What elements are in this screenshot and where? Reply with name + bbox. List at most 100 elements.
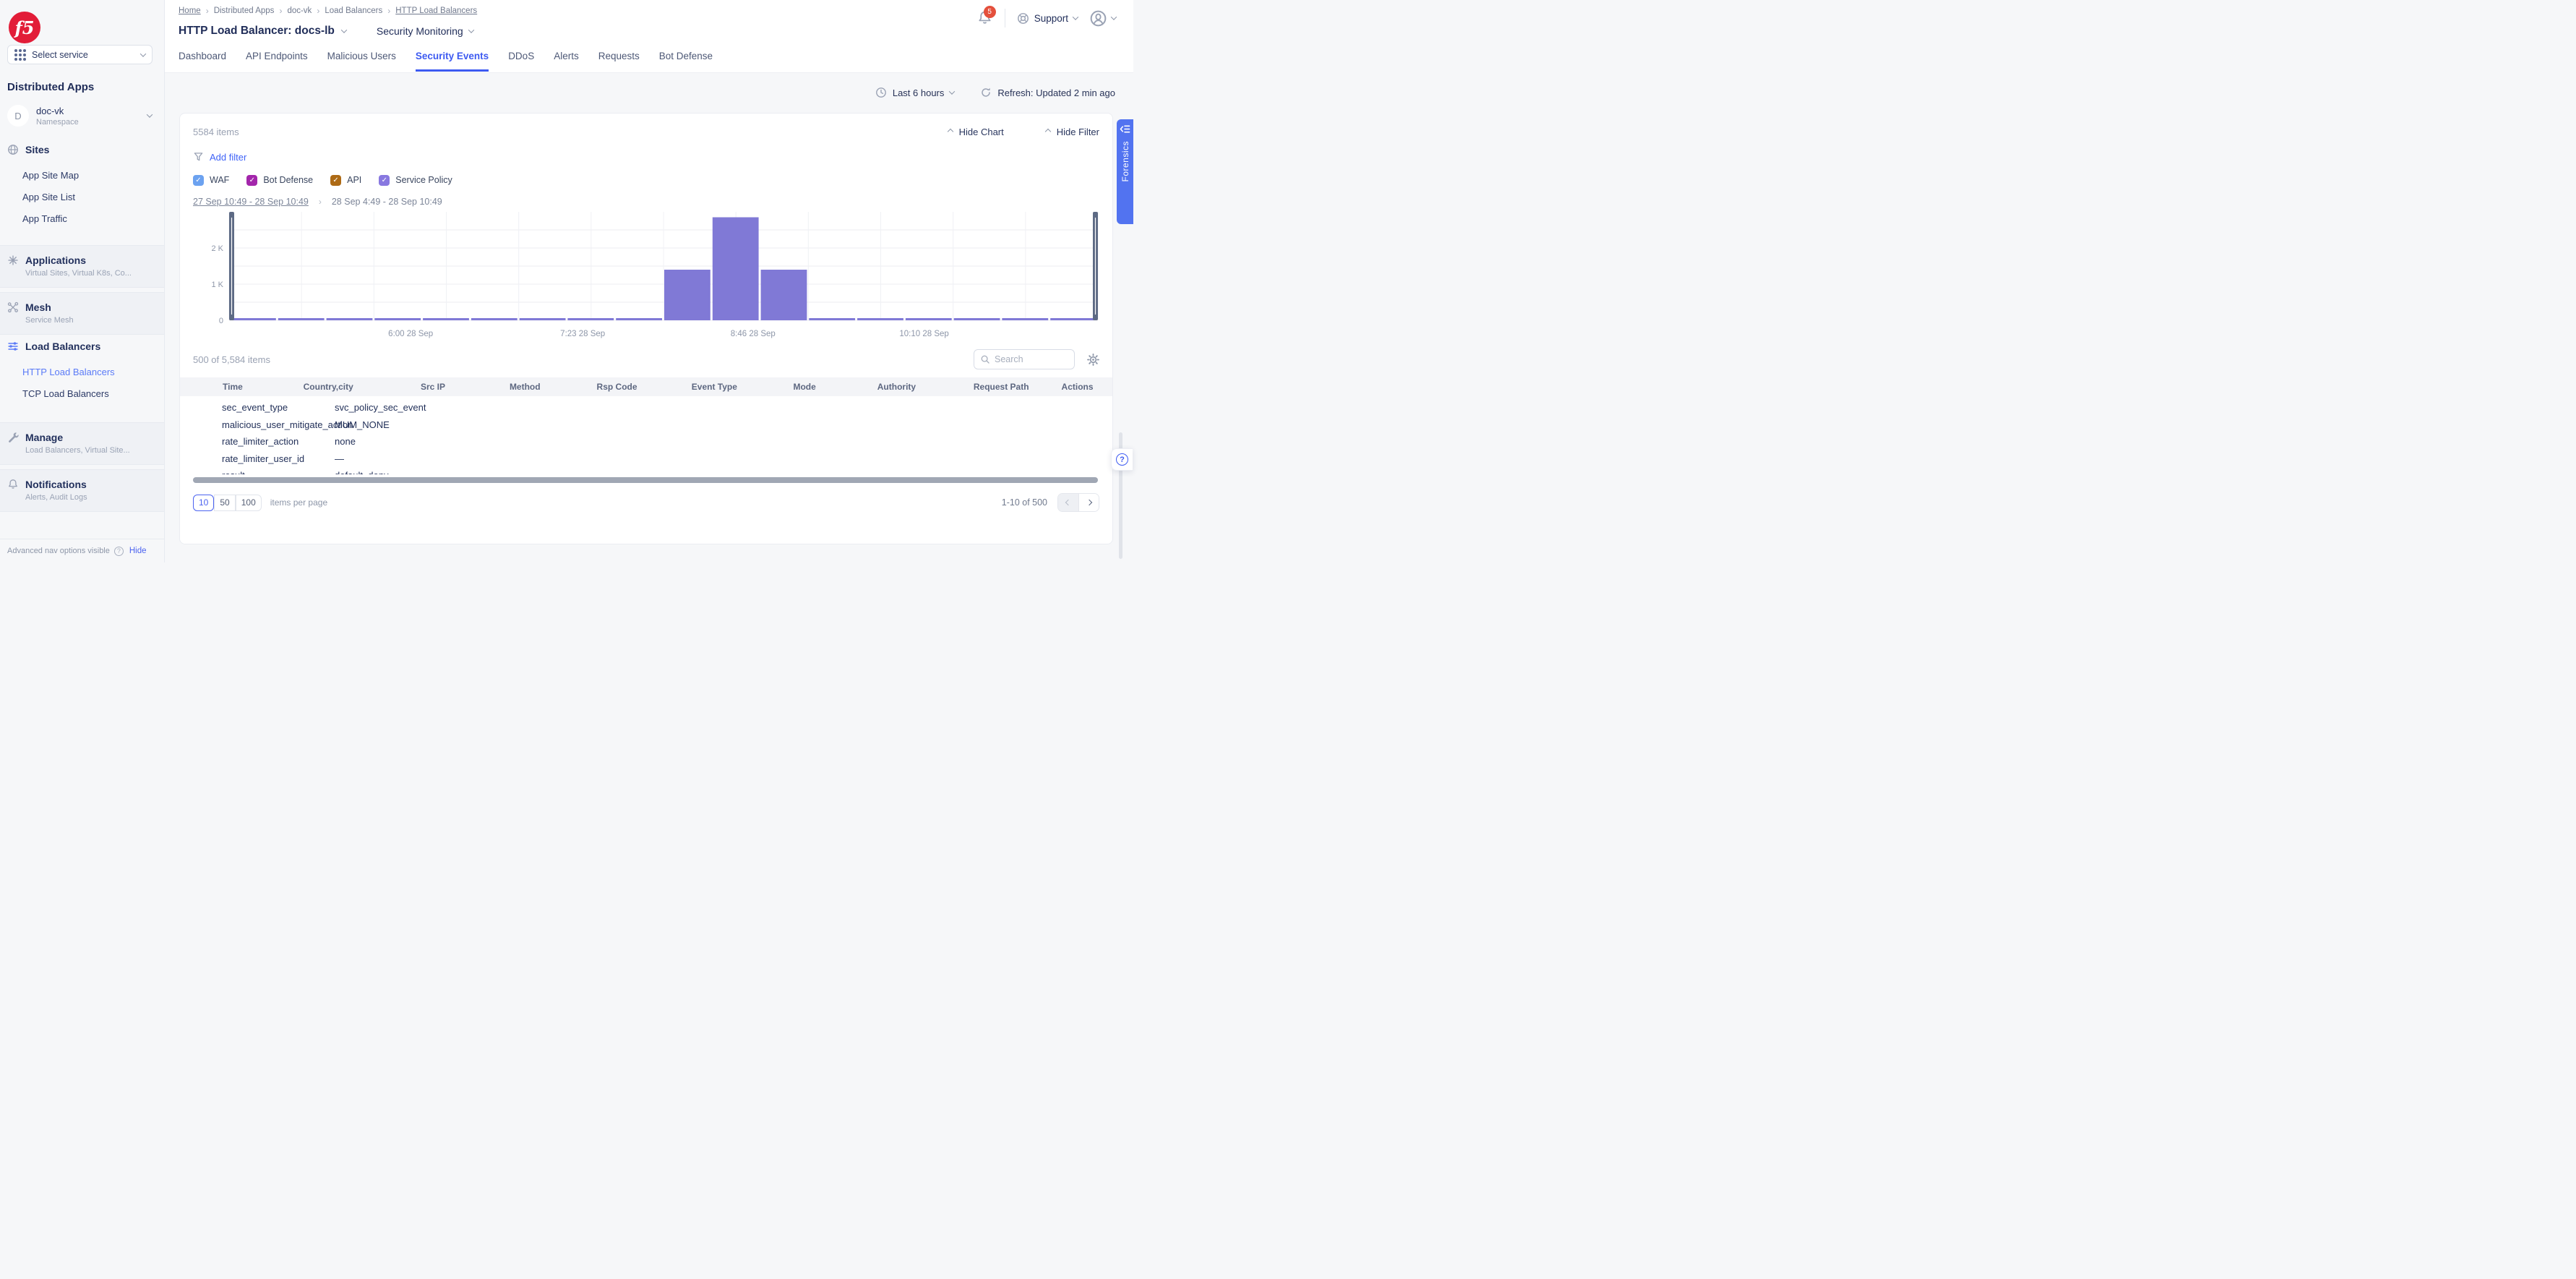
column-country-city[interactable]: Country,city [272,382,385,392]
page-size-10[interactable]: 10 [193,495,214,511]
filter-checkbox[interactable]: ✓ [193,175,204,186]
help-button[interactable]: ? [1111,448,1133,471]
breadcrumb-load-balancers[interactable]: Load Balancers [325,7,382,15]
table-settings-button[interactable] [1087,354,1099,366]
sidebar-item-app-site-map[interactable]: App Site Map [22,170,164,181]
filter-checkbox[interactable]: ✓ [330,175,341,186]
breadcrumb-http-load-balancers[interactable]: HTTP Load Balancers [395,7,477,15]
filter-bot-defense-label: Bot Defense [263,175,313,185]
sidebar-item-load-balancers[interactable]: Load Balancers [0,341,164,352]
refresh-button[interactable]: Refresh: Updated 2 min ago [980,87,1115,98]
chevron-down-icon [949,88,955,94]
sidebar-item-notifications[interactable]: Notifications Alerts, Audit Logs [0,469,164,512]
select-service-dropdown[interactable]: Select service [7,45,153,64]
add-filter-button[interactable]: Add filter [193,150,1099,164]
column-event-type[interactable]: Event Type [666,382,763,392]
wrench-icon [7,432,19,443]
sidebar-item-manage[interactable]: Manage Load Balancers, Virtual Site... [0,422,164,465]
namespace-name: doc-vk [36,106,140,116]
column-request-path[interactable]: Request Path [947,382,1055,392]
chevron-down-icon[interactable] [341,27,347,33]
tab-bot-defense[interactable]: Bot Defense [659,51,713,72]
time-controls: Last 6 hours Refresh: Updated 2 min ago [165,85,1115,100]
row-key: rate_limiter_action [193,436,335,447]
sidebar-item-app-site-list[interactable]: App Site List [22,192,164,202]
column-src-ip[interactable]: Src IP [385,382,482,392]
column-mode[interactable]: Mode [763,382,846,392]
table-row[interactable]: rate_limiter_user_id — [193,450,1099,468]
sidebar-item-tcp-load-balancers[interactable]: TCP Load Balancers [22,388,164,399]
hide-chart-toggle[interactable]: Hide Chart [948,127,1004,137]
filter-waf[interactable]: ✓ WAF [193,175,229,186]
column-method[interactable]: Method [481,382,568,392]
row-value: svc_policy_sec_event [335,402,426,413]
account-menu[interactable] [1089,9,1116,27]
mesh-subtitle: Service Mesh [25,316,164,325]
bell-icon [7,479,19,490]
column-actions[interactable]: Actions [1055,382,1099,392]
filter-bot-defense[interactable]: ✓ Bot Defense [246,175,313,186]
tab-ddos[interactable]: DDoS [508,51,534,72]
manage-title: Manage [25,432,63,443]
date-range-full[interactable]: 27 Sep 10:49 - 28 Sep 10:49 [193,197,309,207]
table-row[interactable]: rate_limiter_action none [193,433,1099,450]
sidebar-item-mesh[interactable]: Mesh Service Mesh [0,292,164,335]
breadcrumb-distributed-apps[interactable]: Distributed Apps [214,7,275,15]
namespace-selector[interactable]: D doc-vk Namespace [7,101,158,130]
page-size-100[interactable]: 100 [236,495,262,511]
sidebar-item-http-load-balancers[interactable]: HTTP Load Balancers [22,367,164,377]
forensics-tab[interactable]: Forensics [1117,119,1133,224]
view-selector-label: Security Monitoring [377,25,463,37]
chevron-left-icon [1065,500,1071,505]
column-rsp-code[interactable]: Rsp Code [568,382,666,392]
events-chart[interactable]: 2 K1 K06:00 28 Sep7:23 28 Sep8:46 28 Sep… [193,210,1101,341]
tab-security-events[interactable]: Security Events [416,51,489,72]
filter-checkbox[interactable]: ✓ [379,175,390,186]
sidebar-item-app-traffic[interactable]: App Traffic [22,213,164,224]
tab-requests[interactable]: Requests [598,51,640,72]
notifications-bell-button[interactable]: 5 [977,9,993,27]
support-menu[interactable]: Support [1017,12,1078,25]
filter-service-policy[interactable]: ✓ Service Policy [379,175,452,186]
svg-text:0: 0 [219,317,223,325]
app-screen: f5 Select service Distributed Apps D doc… [0,0,1133,562]
horizontal-scrollbar[interactable] [193,477,1098,483]
column-authority[interactable]: Authority [846,382,948,392]
page-size-50[interactable]: 50 [214,495,235,511]
help-circle-icon[interactable]: ? [114,547,124,556]
advanced-nav-note: Advanced nav options visible [7,547,110,555]
row-value: none [335,436,356,447]
sidebar-section-title: Distributed Apps [7,81,94,93]
tab-api-endpoints[interactable]: API Endpoints [246,51,308,72]
row-value: default_deny [335,470,388,474]
previous-page-button[interactable] [1058,494,1078,511]
gear-icon [1087,354,1099,366]
load-balancers-title: Load Balancers [25,341,100,352]
page-header: Home › Distributed Apps › doc-vk › Load … [165,0,1133,73]
tab-dashboard[interactable]: Dashboard [179,51,226,72]
chevron-down-icon [140,51,146,56]
view-selector[interactable]: Security Monitoring [377,25,473,37]
f5-logo[interactable]: f5 [9,12,40,43]
table-row[interactable]: result default_deny [193,467,1099,474]
funnel-icon [193,152,204,163]
column-time[interactable]: Time [193,382,272,392]
next-page-button[interactable] [1078,494,1099,511]
search-input[interactable] [995,354,1067,364]
table-row[interactable]: sec_event_type svc_policy_sec_event [193,399,1099,416]
time-range-dropdown[interactable]: Last 6 hours [875,87,955,98]
filter-checkbox[interactable]: ✓ [246,175,257,186]
security-events-panel: 5584 items Hide Chart Hide Filter Ad [179,113,1113,544]
breadcrumb-home[interactable]: Home [179,7,201,15]
hide-filter-toggle[interactable]: Hide Filter [1046,127,1099,137]
tab-alerts[interactable]: Alerts [554,51,579,72]
sidebar-item-applications[interactable]: Applications Virtual Sites, Virtual K8s,… [0,245,164,288]
tab-malicious-users[interactable]: Malicious Users [327,51,396,72]
filter-api[interactable]: ✓ API [330,175,361,186]
date-range-row: 27 Sep 10:49 - 28 Sep 10:49 › 28 Sep 4:4… [193,196,1099,208]
breadcrumb-namespace[interactable]: doc-vk [287,7,312,15]
sidebar-item-sites[interactable]: Sites [0,144,164,155]
table-row[interactable]: malicious_user_mitigate_action MUM_NONE [193,416,1099,434]
hide-advanced-nav-link[interactable]: Hide [129,547,147,555]
row-value: MUM_NONE [335,419,390,430]
